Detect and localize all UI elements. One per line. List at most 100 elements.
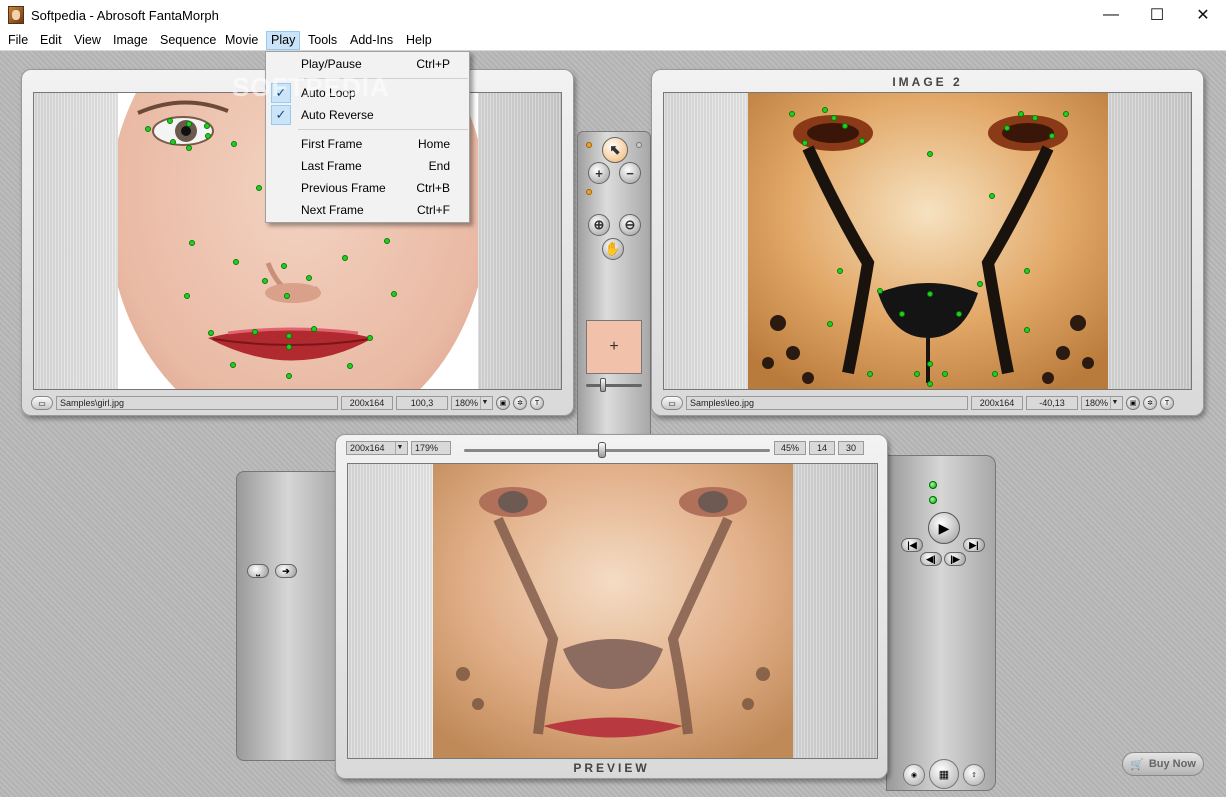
- feature-point[interactable]: [956, 311, 962, 317]
- feature-point[interactable]: [1004, 125, 1010, 131]
- feature-point[interactable]: [230, 362, 236, 368]
- feature-point[interactable]: [827, 321, 833, 327]
- feature-point[interactable]: [1063, 111, 1069, 117]
- feature-point[interactable]: [842, 123, 848, 129]
- last-frame-button[interactable]: ▶|: [963, 538, 985, 552]
- open-image1-button[interactable]: ▭: [31, 396, 53, 410]
- feature-point[interactable]: [802, 140, 808, 146]
- feature-point[interactable]: [992, 371, 998, 377]
- menu-item-first-frame[interactable]: First Frame Home: [267, 133, 468, 155]
- publish-icon[interactable]: ⇧: [963, 764, 985, 786]
- feature-point[interactable]: [989, 193, 995, 199]
- menu-item-auto-reverse[interactable]: ✓ Auto Reverse: [267, 104, 468, 126]
- feature-point[interactable]: [252, 329, 258, 335]
- first-frame-button[interactable]: |◀: [901, 538, 923, 552]
- feature-point[interactable]: [877, 288, 883, 294]
- menu-tools[interactable]: Tools: [304, 31, 341, 50]
- feature-point[interactable]: [342, 255, 348, 261]
- buy-now-button[interactable]: 🛒 Buy Now: [1122, 752, 1204, 776]
- feature-point[interactable]: [281, 263, 287, 269]
- menu-movie[interactable]: Movie: [221, 31, 262, 50]
- feature-point[interactable]: [837, 268, 843, 274]
- feature-point[interactable]: [822, 107, 828, 113]
- feature-point[interactable]: [284, 293, 290, 299]
- menu-item-last-frame[interactable]: Last Frame End: [267, 155, 468, 177]
- menu-help[interactable]: Help: [402, 31, 436, 50]
- feature-point[interactable]: [145, 126, 151, 132]
- feature-point[interactable]: [859, 138, 865, 144]
- feature-point[interactable]: [167, 118, 173, 124]
- feature-point[interactable]: [186, 145, 192, 151]
- feature-point[interactable]: [1049, 133, 1055, 139]
- minimize-button[interactable]: —: [1088, 0, 1134, 30]
- zoom-in-icon[interactable]: ⊕: [588, 214, 610, 236]
- close-button[interactable]: ✕: [1180, 0, 1226, 30]
- toolbox-slider-thumb[interactable]: [600, 378, 606, 392]
- menu-view[interactable]: View: [70, 31, 105, 50]
- image2-text-icon[interactable]: T: [1160, 396, 1174, 410]
- feature-point[interactable]: [286, 333, 292, 339]
- feature-point[interactable]: [977, 281, 983, 287]
- feature-point[interactable]: [286, 373, 292, 379]
- feature-point[interactable]: [262, 278, 268, 284]
- menu-add-ins[interactable]: Add-Ins: [346, 31, 397, 50]
- remove-point-icon[interactable]: −: [619, 162, 641, 184]
- image2-zoom-select[interactable]: 180% ▼: [1081, 396, 1123, 410]
- arrow-tool-icon[interactable]: ⬉: [602, 137, 628, 163]
- feature-point[interactable]: [1032, 115, 1038, 121]
- feature-point[interactable]: [927, 291, 933, 297]
- feature-point[interactable]: [942, 371, 948, 377]
- feature-point[interactable]: [831, 115, 837, 121]
- feature-point[interactable]: [391, 291, 397, 297]
- feature-point[interactable]: [1018, 111, 1024, 117]
- image1-text-icon[interactable]: T: [530, 396, 544, 410]
- menu-edit[interactable]: Edit: [36, 31, 66, 50]
- feature-point[interactable]: [927, 381, 933, 387]
- feature-point[interactable]: [927, 151, 933, 157]
- export-movie-icon[interactable]: ▦: [929, 759, 959, 789]
- play-button[interactable]: ▶: [928, 512, 960, 544]
- feature-point[interactable]: [233, 259, 239, 265]
- preview-zoom-select[interactable]: 179%▼: [411, 441, 451, 455]
- loop-toggle-icon[interactable]: ⎵: [247, 564, 269, 578]
- feature-point[interactable]: [789, 111, 795, 117]
- feature-point[interactable]: [384, 238, 390, 244]
- menu-play[interactable]: Play: [266, 31, 301, 50]
- feature-point[interactable]: [170, 139, 176, 145]
- feature-point[interactable]: [286, 344, 292, 350]
- image1-settings-icon[interactable]: ✲: [513, 396, 527, 410]
- feature-point[interactable]: [205, 133, 211, 139]
- menu-image[interactable]: Image: [109, 31, 152, 50]
- image2-fit-icon[interactable]: ▣: [1126, 396, 1140, 410]
- feature-point[interactable]: [186, 121, 192, 127]
- menu-item-previous-frame[interactable]: Previous Frame Ctrl+B: [267, 177, 468, 199]
- feature-point[interactable]: [1024, 268, 1030, 274]
- forward-icon[interactable]: ➔: [275, 564, 297, 578]
- image1-zoom-select[interactable]: 180% ▼: [451, 396, 493, 410]
- feature-point[interactable]: [231, 141, 237, 147]
- feature-point[interactable]: [927, 361, 933, 367]
- feature-point[interactable]: [189, 240, 195, 246]
- feature-point[interactable]: [367, 335, 373, 341]
- feature-point[interactable]: [347, 363, 353, 369]
- feature-point[interactable]: [208, 330, 214, 336]
- menu-file[interactable]: File: [4, 31, 32, 50]
- snapshot-icon[interactable]: ◉: [903, 764, 925, 786]
- image2-settings-icon[interactable]: ✲: [1143, 396, 1157, 410]
- feature-point[interactable]: [184, 293, 190, 299]
- hand-tool-icon[interactable]: ✋: [602, 238, 624, 260]
- menu-item-next-frame[interactable]: Next Frame Ctrl+F: [267, 199, 468, 221]
- feature-point[interactable]: [1024, 327, 1030, 333]
- open-image2-button[interactable]: ▭: [661, 396, 683, 410]
- feature-point[interactable]: [914, 371, 920, 377]
- feature-point[interactable]: [306, 275, 312, 281]
- add-point-icon[interactable]: +: [588, 162, 610, 184]
- preview-size-select[interactable]: 200x164 ▼: [346, 441, 408, 455]
- color-swatch[interactable]: +: [586, 320, 642, 374]
- previous-frame-button[interactable]: ◀|: [920, 552, 942, 566]
- menu-sequence[interactable]: Sequence: [156, 31, 220, 50]
- feature-point[interactable]: [311, 326, 317, 332]
- feature-point[interactable]: [256, 185, 262, 191]
- image2-canvas[interactable]: [663, 92, 1192, 390]
- maximize-button[interactable]: ☐: [1134, 0, 1180, 30]
